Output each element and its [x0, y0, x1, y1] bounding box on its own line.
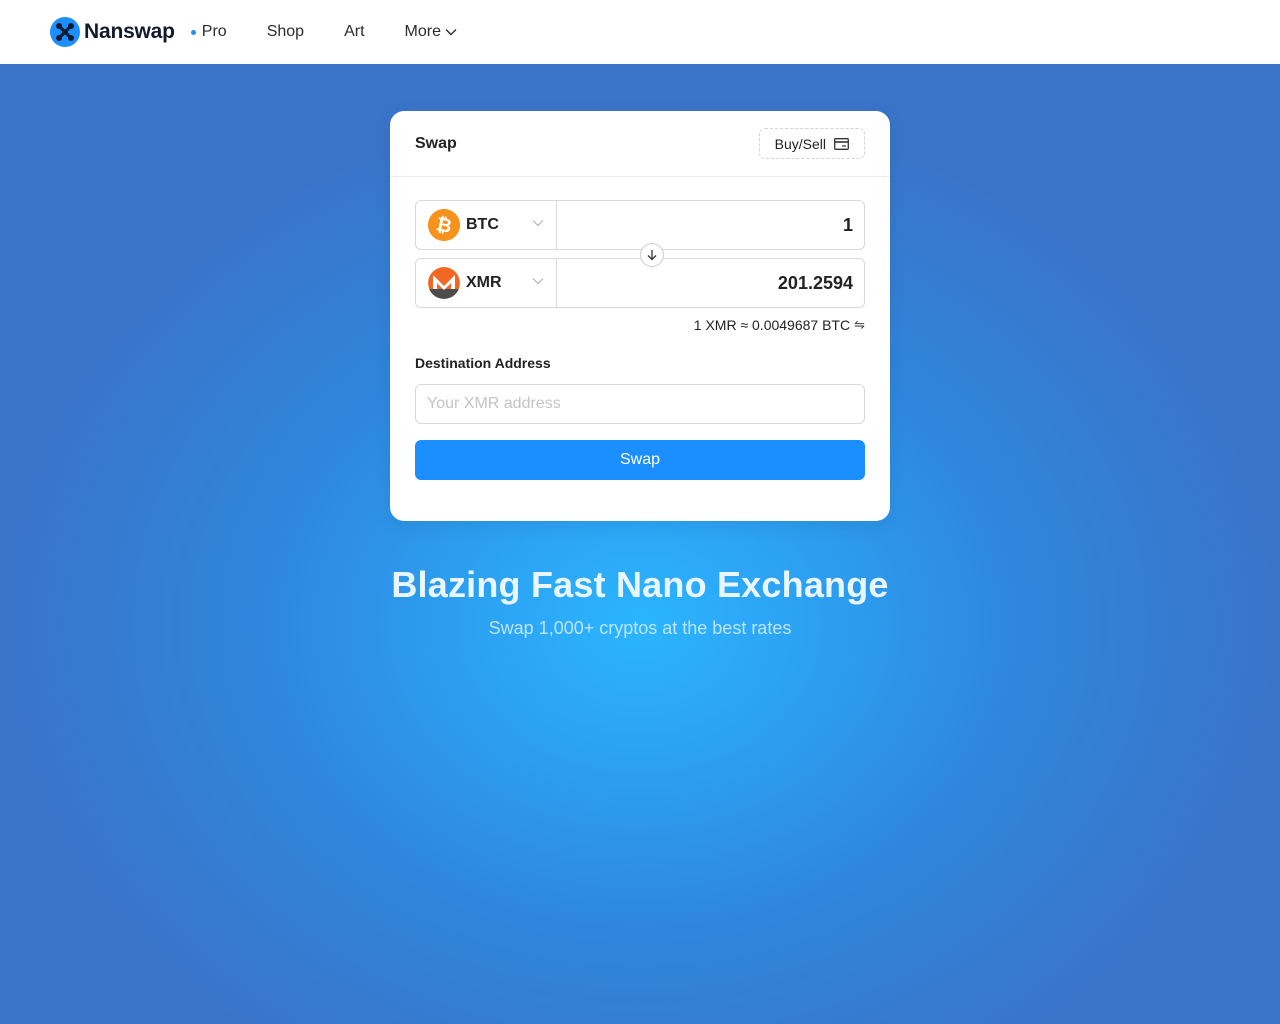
nanswap-logo-icon: [50, 17, 80, 47]
swap-card-header: Swap Buy/Sell: [390, 111, 890, 177]
nav-shop[interactable]: Shop: [267, 23, 304, 41]
buy-sell-label: Buy/Sell: [774, 135, 826, 152]
nav-more[interactable]: More: [405, 23, 457, 41]
credit-card-icon: [834, 137, 849, 150]
to-coin-select[interactable]: XMR: [416, 259, 557, 307]
exchange-rate-text: 1 XMR ≈ 0.0049687 BTC: [693, 317, 851, 333]
exchange-rate: 1 XMR ≈ 0.0049687 BTC ⇋: [694, 317, 865, 333]
nav-pro-label: Pro: [201, 23, 227, 40]
chevron-down-icon: [532, 278, 544, 285]
chevron-down-icon: [532, 220, 544, 227]
nav-pro[interactable]: Pro: [190, 23, 227, 41]
hero-title: Blazing Fast Nano Exchange: [391, 564, 889, 605]
buy-sell-button[interactable]: Buy/Sell: [758, 128, 865, 159]
from-coin-select[interactable]: ₿ BTC: [416, 201, 557, 249]
brand-name: Nanswap: [84, 20, 175, 43]
hero-subtitle: Swap 1,000+ cryptos at the best rates: [488, 618, 792, 638]
swap-card: Swap Buy/Sell ₿ BTC 1 XMR 201.2594 1 XMR…: [390, 111, 890, 521]
from-amount-input[interactable]: 1: [557, 201, 864, 249]
swap-card-title: Swap: [415, 134, 457, 152]
destination-address-input[interactable]: [415, 384, 865, 424]
arrow-down-icon: [647, 250, 657, 261]
to-amount-output[interactable]: 201.2594: [557, 259, 864, 307]
from-coin-name: BTC: [466, 216, 499, 233]
top-navbar: Nanswap Pro Shop Art More: [0, 0, 1280, 64]
to-row: XMR 201.2594: [415, 258, 865, 308]
from-row: ₿ BTC 1: [415, 200, 865, 250]
to-coin-name: XMR: [466, 274, 502, 291]
swap-button[interactable]: Swap: [415, 440, 865, 480]
nanswap-logo[interactable]: Nanswap: [50, 0, 175, 64]
bitcoin-icon: ₿: [428, 209, 460, 241]
rate-toggle-icon[interactable]: ⇋: [854, 317, 865, 333]
monero-icon: [428, 267, 460, 299]
nav-art[interactable]: Art: [344, 23, 364, 41]
flip-direction-button[interactable]: [640, 243, 664, 267]
chevron-down-icon: [445, 29, 457, 36]
nav-more-label: More: [404, 23, 441, 40]
destination-address-label: Destination Address: [415, 355, 551, 371]
pro-dot-icon: [190, 29, 196, 35]
